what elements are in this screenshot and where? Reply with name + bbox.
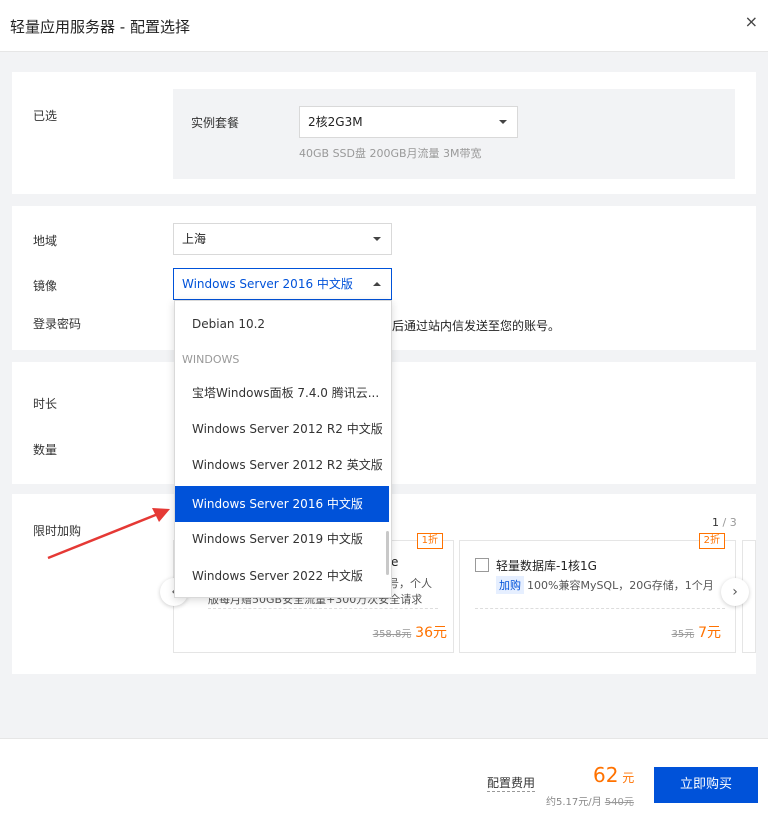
addon-title: 轻量数据库-1核1G xyxy=(496,559,597,573)
addon-checkbox[interactable] xyxy=(475,558,489,572)
password-label: 登录密码 xyxy=(33,317,82,331)
image-option[interactable]: 宝塔Windows面板 7.4.0 腾讯云... xyxy=(175,375,389,411)
addon-desc: 号，个人 xyxy=(388,577,432,590)
chevron-down-icon xyxy=(499,120,507,124)
old-price: 35元 xyxy=(671,629,695,640)
divider xyxy=(208,608,438,609)
discount-badge: 2折 xyxy=(698,533,725,549)
fee-label[interactable]: 配置费用 xyxy=(487,774,536,792)
image-select-value: Windows Server 2016 中文版 xyxy=(182,277,353,291)
addon-price: 358.8元 36元 xyxy=(373,622,447,642)
dialog-header: 轻量应用服务器 - 配置选择 × xyxy=(0,0,768,52)
price-unit: 元 xyxy=(622,771,635,785)
image-option[interactable]: Windows Server 2012 R2 英文版 xyxy=(175,447,389,483)
package-hint: 40GB SSD盘 200GB月流量 3M带宽 xyxy=(299,147,482,160)
selected-summary: 实例套餐 2核2G3M 40GB SSD盘 200GB月流量 3M带宽 xyxy=(173,89,735,179)
carousel-next-button[interactable]: › xyxy=(721,578,749,606)
dropdown-scrollbar[interactable] xyxy=(386,531,389,575)
old-price: 358.8元 xyxy=(372,629,412,640)
selected-panel: 已选 实例套餐 2核2G3M 40GB SSD盘 200GB月流量 3M带宽 xyxy=(12,72,756,194)
package-label: 实例套餐 xyxy=(191,116,240,130)
total-price: 62 元 xyxy=(593,763,634,787)
region-label: 地域 xyxy=(33,234,58,248)
old-total: 540元 xyxy=(604,797,634,808)
image-option-selected[interactable]: Windows Server 2016 中文版 xyxy=(175,486,389,522)
addon-desc: 100%兼容MySQL，20G存储，1个月 xyxy=(527,579,714,592)
region-select-value: 上海 xyxy=(182,232,207,246)
new-price: 7元 xyxy=(698,625,721,641)
pager-current: 1 xyxy=(712,516,719,529)
duration-label: 时长 xyxy=(33,397,58,411)
dialog-title: 轻量应用服务器 - 配置选择 xyxy=(10,18,190,36)
image-group-windows: WINDOWS xyxy=(182,353,240,366)
pager: 1 / 3 xyxy=(712,516,737,529)
annotation-arrow-icon xyxy=(47,508,170,560)
pager-total: / 3 xyxy=(722,516,737,529)
image-option[interactable]: Windows Server 2022 中文版 xyxy=(175,558,389,594)
divider xyxy=(475,608,725,609)
buy-now-button[interactable]: 立即购买 xyxy=(654,767,758,803)
addon-tag: 加购 xyxy=(496,576,524,594)
addon-card-2[interactable]: 2折 轻量数据库-1核1G 加购 100%兼容MySQL，20G存储，1个月 3… xyxy=(459,533,736,653)
close-icon[interactable]: × xyxy=(745,12,758,31)
addon-title: e xyxy=(391,555,399,569)
addon-price: 35元 7元 xyxy=(672,622,721,642)
image-select[interactable]: Windows Server 2016 中文版 xyxy=(173,268,392,300)
chevron-down-icon xyxy=(373,237,381,241)
price-value: 62 xyxy=(593,763,619,787)
password-hint: 后通过站内信发送至您的账号。 xyxy=(392,319,561,333)
config-dialog: 轻量应用服务器 - 配置选择 × 已选 实例套餐 2核2G3M 40GB SSD… xyxy=(0,0,768,819)
image-option-debian[interactable]: Debian 10.2 xyxy=(175,306,389,342)
quantity-label: 数量 xyxy=(33,443,58,457)
image-dropdown: Debian 10.2 WINDOWS 宝塔Windows面板 7.4.0 腾讯… xyxy=(174,300,392,598)
image-option[interactable]: Windows Server 2019 中文版 xyxy=(175,521,389,557)
package-select[interactable]: 2核2G3M xyxy=(299,106,518,138)
chevron-up-icon xyxy=(373,282,381,286)
region-select[interactable]: 上海 xyxy=(173,223,392,255)
image-label: 镜像 xyxy=(33,279,58,293)
footer: 配置费用 62 元 约5.17元/月 540元 立即购买 xyxy=(0,738,768,819)
image-option[interactable]: Windows Server 2012 R2 中文版 xyxy=(175,411,389,447)
monthly-price: 约5.17元/月 xyxy=(546,797,602,808)
discount-badge: 1折 xyxy=(416,533,443,549)
new-price: 36元 xyxy=(415,625,447,641)
selected-label: 已选 xyxy=(33,109,58,123)
package-select-value: 2核2G3M xyxy=(308,115,363,129)
price-detail: 约5.17元/月 540元 xyxy=(546,793,634,808)
